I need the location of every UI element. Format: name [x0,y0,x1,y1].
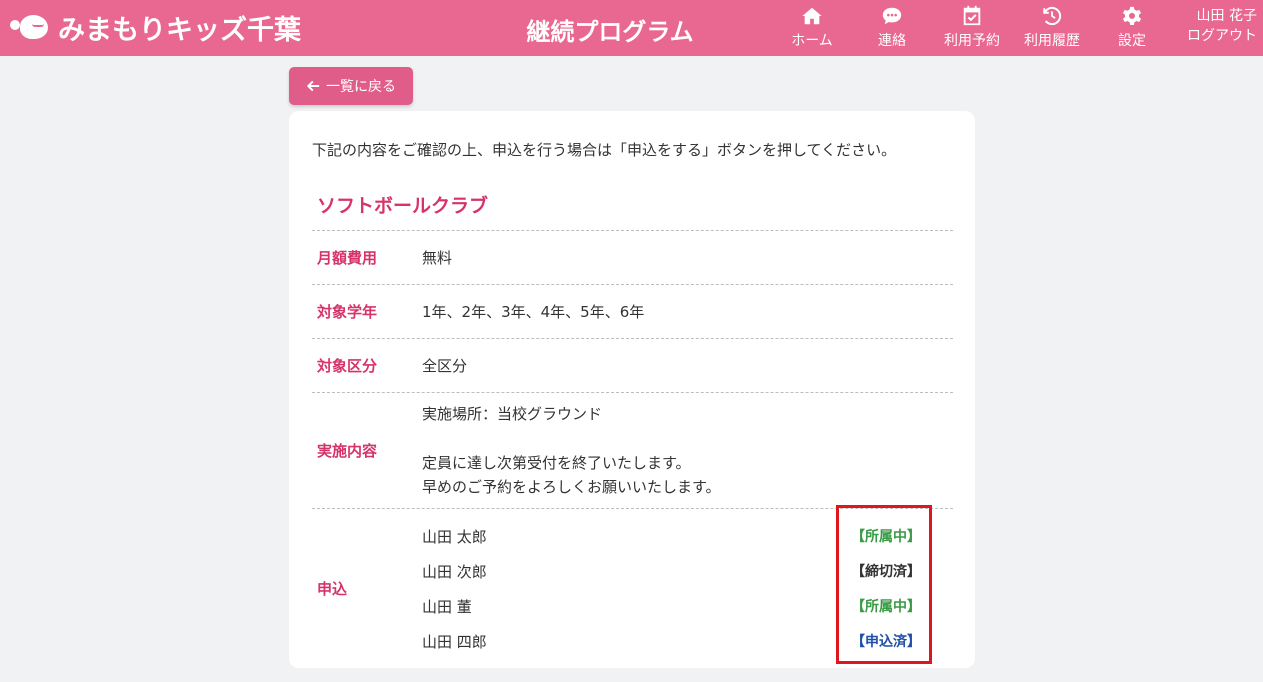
detail-value: 1年、2年、3年、4年、5年、6年 [422,303,645,321]
calendar-check-icon [963,5,981,26]
app-header: みまもりキッズ千葉 継続プログラム ホーム 連絡 利用予約 利用履歴 設定 山田… [0,0,1263,56]
list-item: 山田 次郎 【締切済】 [422,554,953,589]
status-badge: 【申込済】 [851,634,921,650]
program-detail-card: 下記の内容をご確認の上、申込を行う場合は「申込をする」ボタンを押してください。 … [289,111,975,668]
page-title: 継続プログラム [526,18,694,46]
status-badge: 【所属中】 [851,529,921,545]
detail-label: 対象学年 [317,303,378,321]
detail-row-apply: 申込 山田 太郎 【所属中】 山田 次郎 【締切済】 山田 董 【所属中】 山田… [312,508,953,668]
nav-history-label: 利用履歴 [1024,33,1080,49]
status-badge: 【所属中】 [851,599,921,615]
detail-label: 月額費用 [317,249,378,267]
child-name: 山田 次郎 [422,562,487,581]
list-item: 山田 太郎 【所属中】 [422,519,953,554]
detail-row-grade: 対象学年 1年、2年、3年、4年、5年、6年 [312,284,953,338]
back-to-list-button[interactable]: 一覧に戻る [289,67,413,105]
nav-reservation-label: 利用予約 [944,33,1000,49]
content-line: 早めのご予約をよろしくお願いいたします。 [422,478,721,496]
detail-label: 対象区分 [317,357,378,375]
list-item: 山田 董 【所属中】 [422,589,953,624]
content-line: 実施場所：当校グラウンド [422,404,603,423]
program-name: ソフトボールクラブ [317,195,489,217]
logo-text: みまもりキッズ千葉 [58,14,301,46]
detail-value: 無料 [422,249,453,267]
nav-messages-label: 連絡 [878,33,906,49]
program-detail-table: 月額費用 無料 対象学年 1年、2年、3年、4年、5年、6年 対象区分 全区分 … [312,230,953,668]
nav-messages[interactable]: 連絡 [852,0,932,56]
home-icon [802,7,822,25]
list-item: 山田 四郎 【申込済】 [422,624,953,659]
detail-value: 全区分 [422,357,468,375]
child-list: 山田 太郎 【所属中】 山田 次郎 【締切済】 山田 董 【所属中】 山田 四郎… [422,519,953,659]
status-badge: 【締切済】 [851,564,921,580]
user-name: 山田 花子 [1196,8,1257,24]
app-logo[interactable]: みまもりキッズ千葉 [8,8,301,46]
detail-row-content: 実施内容 実施場所：当校グラウンド 定員に達し次第受付を終了いたします。 早めの… [312,392,953,508]
intro-text: 下記の内容をご確認の上、申込を行う場合は「申込をする」ボタンを押してください。 [312,141,897,159]
detail-value: 実施場所：当校グラウンド 定員に達し次第受付を終了いたします。 早めのご予約をよ… [422,402,953,500]
nav-settings[interactable]: 設定 [1092,0,1172,56]
history-icon [1043,6,1062,26]
arrow-left-icon [306,80,320,92]
nav-settings-label: 設定 [1118,33,1146,49]
detail-label: 申込 [317,580,348,598]
nav-home[interactable]: ホーム [772,0,852,56]
detail-row-category: 対象区分 全区分 [312,338,953,392]
detail-label: 実施内容 [317,442,378,460]
main-nav: ホーム 連絡 利用予約 利用履歴 設定 [772,0,1172,56]
logout-link[interactable]: ログアウト [1187,26,1257,46]
nav-reservation[interactable]: 利用予約 [932,0,1012,56]
back-to-list-label: 一覧に戻る [326,79,396,95]
child-name: 山田 董 [422,597,472,616]
logo-mark-icon [8,12,52,42]
child-name: 山田 太郎 [422,527,487,546]
detail-row-fee: 月額費用 無料 [312,230,953,284]
user-menu: 山田 花子 ログアウト [1187,6,1257,46]
content-line: 定員に達し次第受付を終了いたします。 [422,453,691,472]
chat-icon [882,7,902,25]
nav-home-label: ホーム [791,33,833,49]
gear-icon [1122,6,1142,25]
child-name: 山田 四郎 [422,632,487,651]
nav-history[interactable]: 利用履歴 [1012,0,1092,56]
